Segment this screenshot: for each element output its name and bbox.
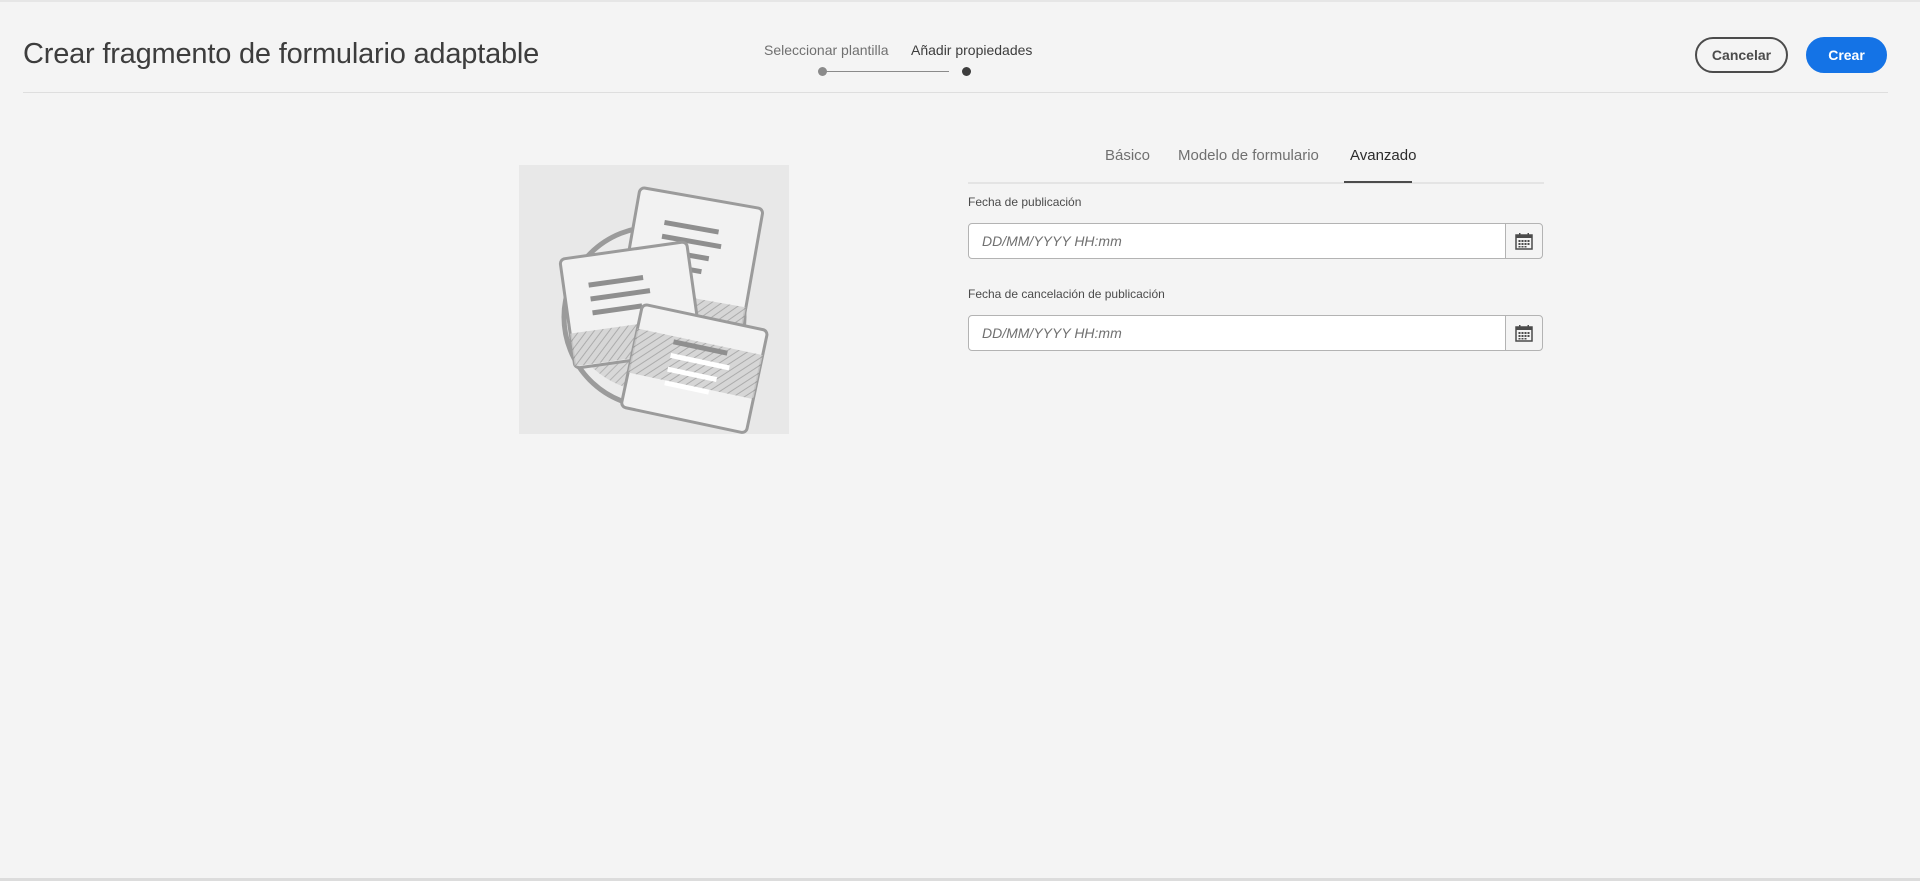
stepper-connector [823, 71, 949, 72]
tab-modelo-de-formulario[interactable]: Modelo de formulario [1178, 147, 1319, 164]
wizard-stepper: Seleccionar plantilla Añadir propiedades [740, 40, 1060, 80]
header-divider [23, 92, 1888, 93]
form-fragment-illustration-icon [558, 186, 769, 434]
publish-date-input[interactable] [968, 223, 1506, 259]
tabs-divider [968, 182, 1544, 184]
publish-date-label: Fecha de publicación [968, 195, 1082, 209]
tab-basico[interactable]: Básico [1105, 147, 1150, 164]
unpublish-date-input[interactable] [968, 315, 1506, 351]
publish-date-calendar-button[interactable] [1505, 223, 1543, 259]
create-button[interactable]: Crear [1806, 37, 1887, 73]
cancel-button[interactable]: Cancelar [1695, 37, 1788, 73]
calendar-icon [1515, 324, 1533, 342]
tab-avanzado[interactable]: Avanzado [1350, 147, 1416, 164]
step-add-properties-label: Añadir propiedades [911, 42, 1033, 58]
step-add-properties-dot [962, 67, 971, 76]
calendar-icon [1515, 232, 1533, 250]
page-title: Crear fragmento de formulario adaptable [23, 38, 540, 70]
selected-tab-indicator [1344, 181, 1412, 183]
unpublish-date-label: Fecha de cancelación de publicación [968, 287, 1165, 301]
step-select-template-dot [818, 67, 827, 76]
header: Crear fragmento de formulario adaptable … [0, 0, 1920, 93]
step-select-template-label: Seleccionar plantilla [764, 42, 889, 58]
properties-tabs: Básico Modelo de formulario Avanzado [968, 142, 1544, 184]
template-thumbnail [519, 165, 789, 434]
unpublish-date-calendar-button[interactable] [1505, 315, 1543, 351]
